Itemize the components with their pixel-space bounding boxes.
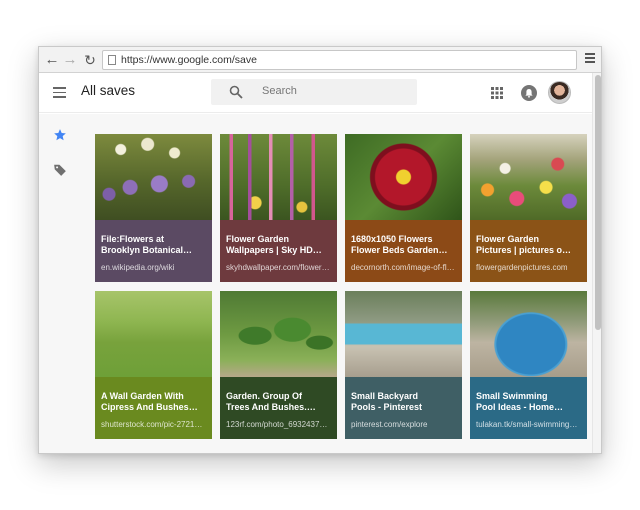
card-title: Flower Garden Wallpapers | Sky HD… [226,234,322,255]
card-thumbnail [345,134,462,220]
card-source: 123rf.com/photo_6932437… [226,420,328,429]
hamburger-menu-icon[interactable] [53,87,66,101]
saved-item-card[interactable]: A Wall Garden With Cipress And Bushes… sh… [95,291,212,439]
card-source: shutterstock.com/pic-2721… [101,420,203,429]
browser-window: ← → ↻ https://www.google.com/save All sa… [38,46,602,454]
card-source: tulakan.tk/small-swimming… [476,420,578,429]
browser-toolbar: ← → ↻ https://www.google.com/save [39,47,601,73]
card-info: A Wall Garden With Cipress And Bushes… sh… [95,377,212,439]
starred-star-icon[interactable] [53,128,67,142]
card-source: skyhdwallpaper.com/flower… [226,263,330,272]
search-icon [229,85,243,99]
address-bar[interactable]: https://www.google.com/save [102,50,577,70]
notifications-icon[interactable] [521,85,537,101]
reload-icon[interactable]: ↻ [81,51,99,69]
card-thumbnail [95,134,212,220]
card-info: Small Swimming Pool Ideas - Home… tulakan… [470,377,587,439]
forward-arrow-icon[interactable]: → [61,51,79,69]
card-info: File:Flowers at Brooklyn Botanical… en.wi… [95,220,212,282]
card-source: flowergardenpictures.com [476,263,568,272]
saved-item-card[interactable]: Garden. Group Of Trees And Bushes.… 123rf… [220,291,337,439]
card-title: A Wall Garden With Cipress And Bushes… [101,391,198,412]
page-icon [108,55,116,65]
browser-menu-icon[interactable] [585,53,595,65]
saved-item-card[interactable]: File:Flowers at Brooklyn Botanical… en.wi… [95,134,212,282]
card-info: Small Backyard Pools - Pinterest pinteres… [345,377,462,439]
saved-item-card[interactable]: Small Swimming Pool Ideas - Home… tulakan… [470,291,587,439]
saved-item-card[interactable]: 1680x1050 Flowers Flower Beds Garden… dec… [345,134,462,282]
search-placeholder: Search [262,85,297,97]
address-url: https://www.google.com/save [121,54,257,66]
card-title: Small Backyard Pools - Pinterest [351,391,423,412]
scrollbar-thumb[interactable] [595,75,601,330]
card-source: decornorth.com/image-of-fl… [351,263,455,272]
page-title: All saves [81,83,136,98]
card-info: Garden. Group Of Trees And Bushes.… 123rf… [220,377,337,439]
card-info: 1680x1050 Flowers Flower Beds Garden… dec… [345,220,462,282]
card-thumbnail [345,291,462,377]
saved-item-card[interactable]: Flower Garden Pictures | pictures o… flow… [470,134,587,282]
card-thumbnail [470,291,587,377]
card-title: Small Swimming Pool Ideas - Home… [476,391,564,412]
avatar[interactable] [548,81,571,104]
scrollbar[interactable] [592,73,601,453]
back-arrow-icon[interactable]: ← [43,51,61,69]
card-source: pinterest.com/explore [351,420,428,429]
card-source: en.wikipedia.org/wiki [101,263,175,272]
card-thumbnail [220,291,337,377]
card-title: Garden. Group Of Trees And Bushes.… [226,391,316,412]
main-content: File:Flowers at Brooklyn Botanical… en.wi… [39,114,592,453]
card-thumbnail [95,291,212,377]
card-info: Flower Garden Wallpapers | Sky HD… skyhdw… [220,220,337,282]
card-thumbnail [220,134,337,220]
card-info: Flower Garden Pictures | pictures o… flow… [470,220,587,282]
search-input[interactable]: Search [211,79,417,105]
card-title: File:Flowers at Brooklyn Botanical… [101,234,193,255]
saved-item-card[interactable]: Flower Garden Wallpapers | Sky HD… skyhdw… [220,134,337,282]
tag-icon[interactable] [53,163,67,177]
app-header: All saves Search [39,73,592,113]
card-thumbnail [470,134,587,220]
saved-item-card[interactable]: Small Backyard Pools - Pinterest pinteres… [345,291,462,439]
card-title: Flower Garden Pictures | pictures o… [476,234,572,255]
card-title: 1680x1050 Flowers Flower Beds Garden… [351,234,448,255]
apps-grid-icon[interactable] [491,87,503,99]
